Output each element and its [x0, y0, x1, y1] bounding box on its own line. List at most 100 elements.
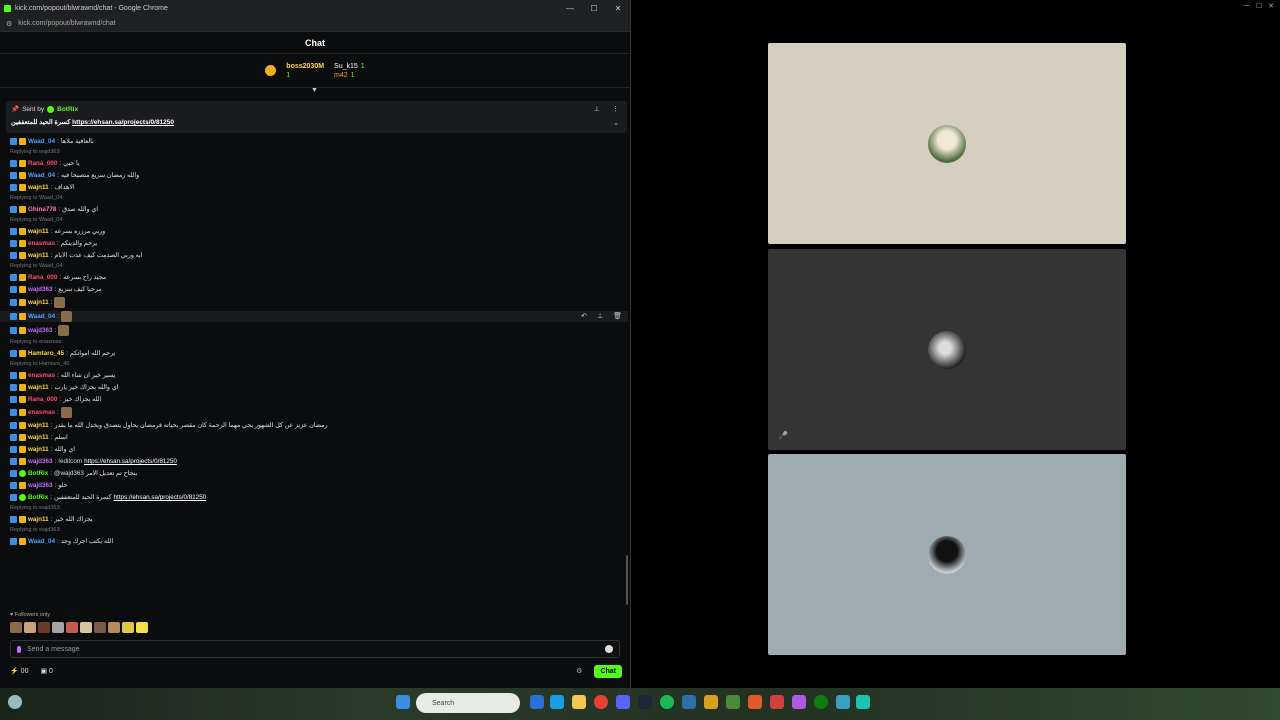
- chat-message[interactable]: Hamtaro_45: يرحم الله امواتكم: [0, 349, 628, 358]
- message-username[interactable]: Rana_000: [28, 395, 57, 404]
- settings-gear-icon[interactable]: ⚙: [576, 667, 582, 675]
- reply-icon[interactable]: ↶: [581, 312, 587, 321]
- pinned-bot-name[interactable]: BotRix: [57, 106, 78, 113]
- emote[interactable]: [108, 622, 120, 633]
- message-username[interactable]: Waad_04: [28, 537, 55, 546]
- chat-message[interactable]: BotRix: @wajd363 بنجاح تم تعديل الامر: [0, 469, 628, 478]
- app-icon[interactable]: [704, 695, 718, 709]
- emote[interactable]: [38, 622, 50, 633]
- message-username[interactable]: wajn11: [28, 298, 49, 307]
- chevron-down-icon[interactable]: ⌄: [613, 119, 619, 127]
- message-username[interactable]: Waad_04: [28, 171, 55, 180]
- leader-third-name[interactable]: m42: [334, 72, 348, 79]
- scroll-down-icon[interactable]: ▼: [311, 87, 318, 94]
- emote[interactable]: [66, 622, 78, 633]
- emote[interactable]: [10, 622, 22, 633]
- message-link[interactable]: https://ehsan.sa/projects/0/81250: [84, 457, 177, 466]
- chat-message[interactable]: Ghina778: اي والله صدق: [0, 205, 628, 214]
- reply-context[interactable]: Replying to Waad_04:: [0, 263, 628, 270]
- close-button[interactable]: ✕: [606, 4, 630, 13]
- message-username[interactable]: Hamtaro_45: [28, 349, 64, 358]
- minimize-button[interactable]: —: [1243, 2, 1250, 10]
- more-options-icon[interactable]: ⋮: [612, 105, 619, 113]
- message-username[interactable]: BotRix: [28, 469, 48, 478]
- address-bar[interactable]: ⚙ kick.com/popout/blwrawnd/chat: [0, 16, 630, 32]
- app-icon[interactable]: [836, 695, 850, 709]
- chat-message[interactable]: wajn11: يجزاك الله خير: [0, 515, 628, 524]
- leader-second-name[interactable]: Su_k15: [334, 63, 358, 70]
- reply-context[interactable]: Replying to wajd363:: [0, 527, 628, 534]
- participant-tile[interactable]: [768, 454, 1126, 655]
- chat-message[interactable]: wajd363:: [0, 325, 628, 336]
- participant-tile[interactable]: [768, 43, 1126, 244]
- emote[interactable]: [80, 622, 92, 633]
- pinned-link[interactable]: https://ehsan.sa/projects/0/81250: [72, 119, 174, 126]
- app-icon[interactable]: [792, 695, 806, 709]
- emote[interactable]: [52, 622, 64, 633]
- participant-tile[interactable]: 🎤: [768, 249, 1126, 450]
- reply-context[interactable]: Replying to wajd363:: [0, 149, 628, 156]
- chat-message[interactable]: wajn11: رمضان عزيز عن كل الشهور يجي مهما …: [0, 421, 628, 430]
- emote[interactable]: [24, 622, 36, 633]
- minimize-button[interactable]: —: [558, 4, 582, 13]
- message-list[interactable]: Waad_04: بالعافية ملاها Replying to wajd36…: [0, 134, 628, 604]
- message-username[interactable]: wajn11: [28, 515, 49, 524]
- message-username[interactable]: wajd363: [28, 481, 53, 490]
- chat-message[interactable]: Waad_04: ↶ ⊥ 🗑: [0, 311, 628, 322]
- chat-message[interactable]: wajn11: اي والله يجزاك خير يارب: [0, 383, 628, 392]
- message-username[interactable]: Waad_04: [28, 137, 55, 146]
- message-username[interactable]: wajn11: [28, 445, 49, 454]
- reply-context[interactable]: Replying to Hamtaro_45:: [0, 361, 628, 368]
- message-username[interactable]: enasmas: [28, 371, 55, 380]
- chat-message[interactable]: Waad_04: الله يكتب اجرك وجد: [0, 537, 628, 546]
- message-input[interactable]: Send a message: [10, 640, 620, 658]
- emote[interactable]: [60, 407, 72, 418]
- app-icon[interactable]: [726, 695, 740, 709]
- maximize-button[interactable]: ☐: [582, 4, 606, 13]
- message-username[interactable]: Ghina778: [28, 205, 56, 214]
- message-username[interactable]: wajn11: [28, 227, 49, 236]
- chat-message[interactable]: Rana_000: يا حبي: [0, 159, 628, 168]
- message-username[interactable]: wajn11: [28, 433, 49, 442]
- delete-icon[interactable]: 🗑: [613, 312, 622, 321]
- chrome-icon[interactable]: [594, 695, 608, 709]
- chat-message[interactable]: wajn11:: [0, 297, 628, 308]
- emote[interactable]: [136, 622, 148, 633]
- mic-icon[interactable]: [17, 645, 21, 653]
- scrollbar[interactable]: [626, 555, 628, 605]
- xbox-icon[interactable]: [814, 695, 828, 709]
- chat-message[interactable]: wajn11: اسلم: [0, 433, 628, 442]
- chat-message[interactable]: enasmas:: [0, 407, 628, 418]
- emote[interactable]: [122, 622, 134, 633]
- reply-context[interactable]: Replying to Waad_04:: [0, 217, 628, 224]
- task-view-icon[interactable]: [530, 695, 544, 709]
- reply-context[interactable]: Replying to wajd363:: [0, 505, 628, 512]
- message-username[interactable]: wajn11: [28, 183, 49, 192]
- chat-message[interactable]: Rana_000: الله يجزاك خير: [0, 395, 628, 404]
- chat-message[interactable]: wajn11: وربي مرزره بسرعه: [0, 227, 628, 236]
- close-button[interactable]: ✕: [1268, 2, 1274, 10]
- pin-icon[interactable]: ⊥: [597, 312, 603, 321]
- send-chat-button[interactable]: Chat: [594, 664, 622, 678]
- chat-message[interactable]: Waad_04: بالعافية ملاها: [0, 137, 628, 146]
- discord-icon[interactable]: [616, 695, 630, 709]
- spotify-icon[interactable]: [660, 695, 674, 709]
- chat-message[interactable]: enasmas: يرحم والدينكم: [0, 239, 628, 248]
- message-username[interactable]: enasmas: [28, 408, 55, 417]
- leader-first-name[interactable]: boss2030M: [286, 63, 324, 70]
- chat-message[interactable]: enasmas: يسير خير ان شاء الله: [0, 371, 628, 380]
- maximize-button[interactable]: ☐: [1256, 2, 1262, 10]
- message-username[interactable]: wajn11: [28, 383, 49, 392]
- file-explorer-icon[interactable]: [572, 695, 586, 709]
- chat-message[interactable]: wajn11: الاهداف: [0, 183, 628, 192]
- app-icon[interactable]: [770, 695, 784, 709]
- emoji-picker-icon[interactable]: [605, 645, 613, 653]
- emote[interactable]: [60, 311, 72, 322]
- chat-message[interactable]: wajn11: اي والله: [0, 445, 628, 454]
- reply-context[interactable]: Replying to Waad_04:: [0, 195, 628, 202]
- message-username[interactable]: enasmas: [28, 239, 55, 248]
- channel-points[interactable]: ⚡ 00: [10, 667, 28, 675]
- gift-counter[interactable]: ▣ 0: [40, 667, 52, 675]
- message-username[interactable]: wajd363: [28, 285, 53, 294]
- chat-message[interactable]: wajd363: حلو: [0, 481, 628, 490]
